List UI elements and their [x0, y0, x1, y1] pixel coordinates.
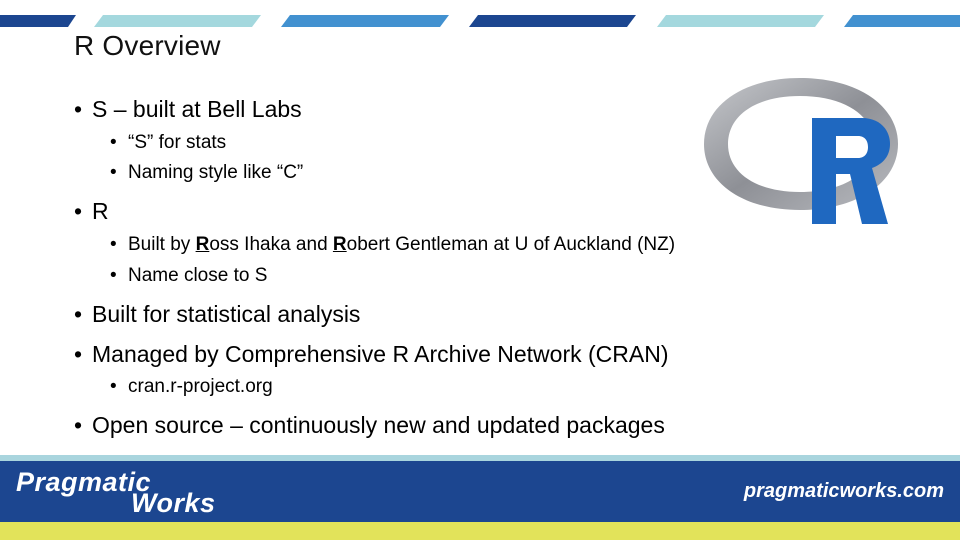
- stripe-teal-1: [94, 15, 261, 27]
- bullet-text: Managed by Comprehensive R Archive Netwo…: [92, 341, 669, 367]
- bullet-item: • cran.r-project.org: [110, 376, 273, 398]
- bullet-item: • Built by Ross Ihaka and Robert Gentlema…: [110, 234, 675, 256]
- website-url: pragmaticworks.com: [743, 480, 944, 502]
- stripe-dark-1: [0, 15, 76, 27]
- text-part: obert Gentleman at U of Auckland (NZ): [346, 234, 676, 255]
- bullet-icon: •: [74, 301, 83, 327]
- bullet-icon: •: [74, 341, 83, 367]
- stripe-mid-2: [844, 15, 960, 27]
- bullet-item: • R: [74, 198, 109, 225]
- stripe-teal-2: [657, 15, 824, 27]
- bullet-text: Open source – continuously new and updat…: [92, 412, 665, 438]
- bullet-text: Built by Ross Ihaka and Robert Gentleman…: [128, 234, 675, 255]
- bullet-icon: •: [74, 96, 83, 122]
- bullet-icon: •: [74, 412, 83, 438]
- bullet-text: Naming style like “C”: [128, 162, 304, 183]
- bullet-text: cran.r-project.org: [128, 376, 273, 397]
- bullet-text: R: [92, 198, 109, 224]
- bullet-item: • Open source – continuously new and upda…: [74, 412, 665, 439]
- stripe-mid-1: [281, 15, 449, 27]
- brand-logo: Pragmatic Works: [16, 469, 216, 517]
- bullet-item: • Managed by Comprehensive R Archive Netw…: [74, 341, 669, 368]
- bullet-icon: •: [110, 265, 117, 286]
- bullet-item: • Naming style like “C”: [110, 162, 303, 184]
- bullet-text: Name close to S: [128, 265, 268, 286]
- bullet-icon: •: [110, 234, 117, 255]
- underlined-initial: R: [195, 234, 210, 255]
- underlined-initial: R: [332, 234, 347, 255]
- bullet-icon: •: [110, 162, 117, 183]
- bullet-item: • Name close to S: [110, 265, 267, 287]
- r-logo-icon: [704, 78, 898, 224]
- text-part: oss Ihaka and: [209, 234, 333, 255]
- slide-title: R Overview: [74, 30, 221, 61]
- text-part: Built by: [128, 234, 196, 255]
- bullet-item: • S – built at Bell Labs: [74, 96, 302, 123]
- bullet-item: • Built for statistical analysis: [74, 301, 360, 328]
- bullet-item: • “S” for stats: [110, 132, 226, 154]
- footer-bottom-band: [0, 522, 960, 540]
- stripe-dark-2: [469, 15, 636, 27]
- brand-line-2: Works: [131, 488, 216, 518]
- bullet-text: S – built at Bell Labs: [92, 96, 302, 122]
- bullet-icon: •: [110, 132, 117, 153]
- bullet-icon: •: [110, 376, 117, 397]
- bullet-text: “S” for stats: [128, 132, 227, 153]
- bullet-text: Built for statistical analysis: [92, 301, 361, 327]
- bullet-icon: •: [74, 198, 83, 224]
